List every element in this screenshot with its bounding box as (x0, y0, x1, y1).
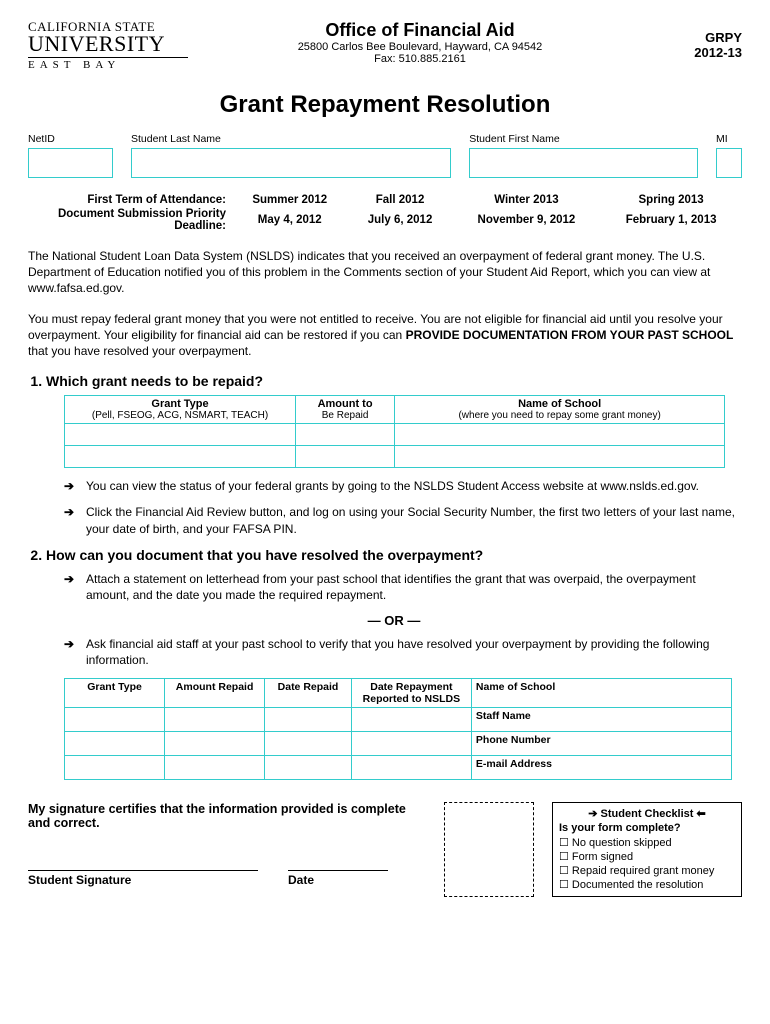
resolve-row-1[interactable]: Staff Name (65, 708, 732, 732)
term-col-2: Winter 2013 (453, 194, 601, 206)
student-checklist: Student Checklist Is your form complete?… (552, 802, 742, 897)
date-line[interactable]: Date (288, 870, 388, 887)
identity-row: NetID Student Last Name Student First Na… (28, 133, 742, 178)
grant-row-1[interactable] (65, 424, 725, 446)
term-row1-label: First Term of Attendance: (30, 194, 230, 206)
form-header: CALIFORNIA STATE UNIVERSITY EAST BAY Off… (28, 20, 742, 71)
checklist-item-3[interactable]: Repaid required grant money (559, 864, 735, 877)
or-separator: — OR — (46, 613, 742, 628)
signature-block: My signature certifies that the informat… (28, 802, 742, 897)
deadline-1: July 6, 2012 (349, 208, 450, 232)
term-row2-label: Document Submission Priority Deadline: (30, 208, 230, 232)
netid-input[interactable] (28, 148, 113, 178)
logo-line2: UNIVERSITY (28, 33, 188, 58)
office-heading: Office of Financial Aid 25800 Carlos Bee… (188, 20, 652, 65)
deadline-3: February 1, 2013 (602, 208, 740, 232)
mi-input[interactable] (716, 148, 742, 178)
office-address: 25800 Carlos Bee Boulevard, Hayward, CA … (188, 41, 652, 53)
checklist-head: Student Checklist (559, 807, 735, 820)
form-code-block: GRPY 2012-13 (652, 30, 742, 60)
deadline-0: May 4, 2012 (232, 208, 347, 232)
grant-row-2[interactable] (65, 446, 725, 468)
stamp-box (444, 802, 534, 897)
resolve-table: Grant Type Amount Repaid Date Repaid Dat… (64, 678, 732, 780)
firstname-label: Student First Name (469, 133, 698, 145)
q2-bullet-2: Ask financial aid staff at your past sch… (64, 636, 742, 668)
grant-table: Grant Type(Pell, FSEOG, ACG, NSMART, TEA… (64, 395, 725, 468)
checklist-item-2[interactable]: Form signed (559, 850, 735, 863)
question-1: Which grant needs to be repaid? Grant Ty… (46, 373, 742, 537)
logo-line3: EAST BAY (28, 60, 188, 71)
form-year: 2012-13 (652, 45, 742, 60)
intro-paragraph-1: The National Student Loan Data System (N… (28, 248, 742, 297)
intro-paragraph-2: You must repay federal grant money that … (28, 311, 742, 360)
checklist-sub: Is your form complete? (559, 822, 735, 834)
signature-line[interactable]: Student Signature (28, 870, 258, 887)
office-title: Office of Financial Aid (188, 20, 652, 41)
lastname-input[interactable] (131, 148, 451, 178)
form-code: GRPY (652, 30, 742, 45)
term-col-3: Spring 2013 (602, 194, 740, 206)
q1-bullet-1: You can view the status of your federal … (64, 478, 742, 494)
page-title: Grant Repayment Resolution (28, 91, 742, 119)
terms-table: First Term of Attendance: Summer 2012 Fa… (28, 192, 742, 234)
question-2: How can you document that you have resol… (46, 547, 742, 781)
office-fax: Fax: 510.885.2161 (188, 53, 652, 65)
mi-label: MI (716, 133, 742, 145)
firstname-input[interactable] (469, 148, 698, 178)
resolve-row-3[interactable]: E-mail Address (65, 756, 732, 780)
resolve-row-2[interactable]: Phone Number (65, 732, 732, 756)
signature-statement: My signature certifies that the informat… (28, 802, 426, 830)
university-logo: CALIFORNIA STATE UNIVERSITY EAST BAY (28, 20, 188, 71)
q1-bullet-2: Click the Financial Aid Review button, a… (64, 504, 742, 536)
lastname-label: Student Last Name (131, 133, 451, 145)
checklist-item-4[interactable]: Documented the resolution (559, 878, 735, 891)
q2-bullet-1: Attach a statement on letterhead from yo… (64, 571, 742, 603)
term-col-0: Summer 2012 (232, 194, 347, 206)
checklist-item-1[interactable]: No question skipped (559, 836, 735, 849)
netid-label: NetID (28, 133, 113, 145)
deadline-2: November 9, 2012 (453, 208, 601, 232)
term-col-1: Fall 2012 (349, 194, 450, 206)
